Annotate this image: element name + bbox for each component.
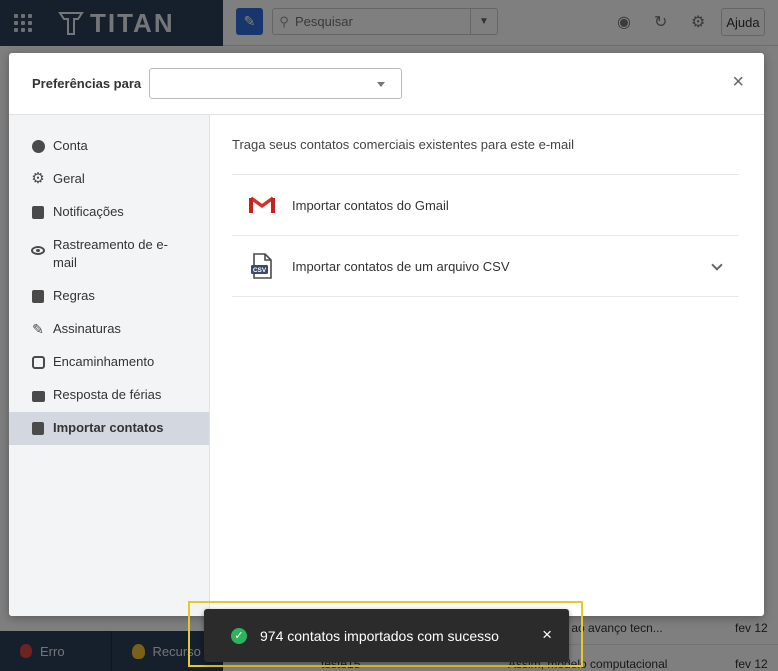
csv-badge-text: CSV: [253, 267, 267, 274]
nav-item-label: Rastreamento de e-mail: [53, 237, 168, 270]
nav-item-label: Resposta de férias: [53, 387, 162, 402]
preferences-content: Traga seus contatos comerciais existente…: [210, 115, 764, 616]
nav-item-label: Notificações: [53, 204, 124, 219]
import-gmail-label: Importar contatos do Gmail: [292, 197, 449, 213]
preferences-modal: Preferências para × Conta ⚙ Geral Notifi…: [9, 53, 764, 616]
csv-file-icon: CSV: [232, 252, 292, 280]
contacts-icon: [31, 421, 45, 435]
nav-item-label: Encaminhamento: [53, 354, 155, 369]
nav-item-label: Importar contatos: [53, 420, 164, 435]
nav-item-import-contacts[interactable]: Importar contatos: [9, 412, 209, 445]
modal-title: Preferências para: [32, 76, 142, 91]
import-intro-text: Traga seus contatos comerciais existente…: [232, 137, 739, 175]
bell-icon: [31, 205, 45, 219]
user-circle-icon: [31, 139, 45, 153]
nav-item-vacation-reply[interactable]: Resposta de férias: [9, 379, 209, 412]
modal-header: Preferências para ×: [9, 53, 764, 115]
preferences-nav: Conta ⚙ Geral Notificações Rastreamento …: [9, 115, 210, 616]
import-csv-label: Importar contatos de um arquivo CSV: [292, 258, 510, 274]
success-toast: ✓ 974 contatos importados com sucesso ×: [204, 609, 569, 662]
nav-item-forwarding[interactable]: Encaminhamento: [9, 346, 209, 379]
nav-item-email-tracking[interactable]: Rastreamento de e-mail: [9, 229, 209, 280]
gmail-icon: [232, 195, 292, 215]
nav-item-signatures[interactable]: ✎ Assinaturas: [9, 313, 209, 346]
success-check-icon: ✓: [231, 627, 247, 644]
eye-icon: [31, 243, 45, 257]
suitcase-icon: [31, 388, 45, 402]
pen-icon: ✎: [32, 321, 44, 337]
chevron-down-icon[interactable]: [711, 259, 723, 271]
gear-icon: ⚙: [31, 170, 45, 187]
caret-down-icon: [377, 82, 385, 87]
nav-item-account[interactable]: Conta: [9, 130, 209, 163]
forward-icon: [31, 355, 45, 369]
account-select[interactable]: [149, 68, 402, 99]
import-csv-option[interactable]: CSV Importar contatos de um arquivo CSV: [232, 236, 739, 297]
modal-body: Conta ⚙ Geral Notificações Rastreamento …: [9, 115, 764, 616]
nav-item-label: Conta: [53, 138, 88, 153]
rules-icon: [31, 289, 45, 303]
nav-item-rules[interactable]: Regras: [9, 280, 209, 313]
toast-close-icon[interactable]: ×: [542, 625, 552, 645]
nav-item-general[interactable]: ⚙ Geral: [9, 163, 209, 196]
nav-item-label: Regras: [53, 288, 95, 303]
toast-message: 974 contatos importados com sucesso: [260, 627, 499, 644]
close-icon[interactable]: ×: [732, 72, 744, 92]
nav-item-notifications[interactable]: Notificações: [9, 196, 209, 229]
nav-item-label: Assinaturas: [53, 321, 121, 336]
import-gmail-option[interactable]: Importar contatos do Gmail: [232, 175, 739, 236]
nav-item-label: Geral: [53, 171, 85, 186]
